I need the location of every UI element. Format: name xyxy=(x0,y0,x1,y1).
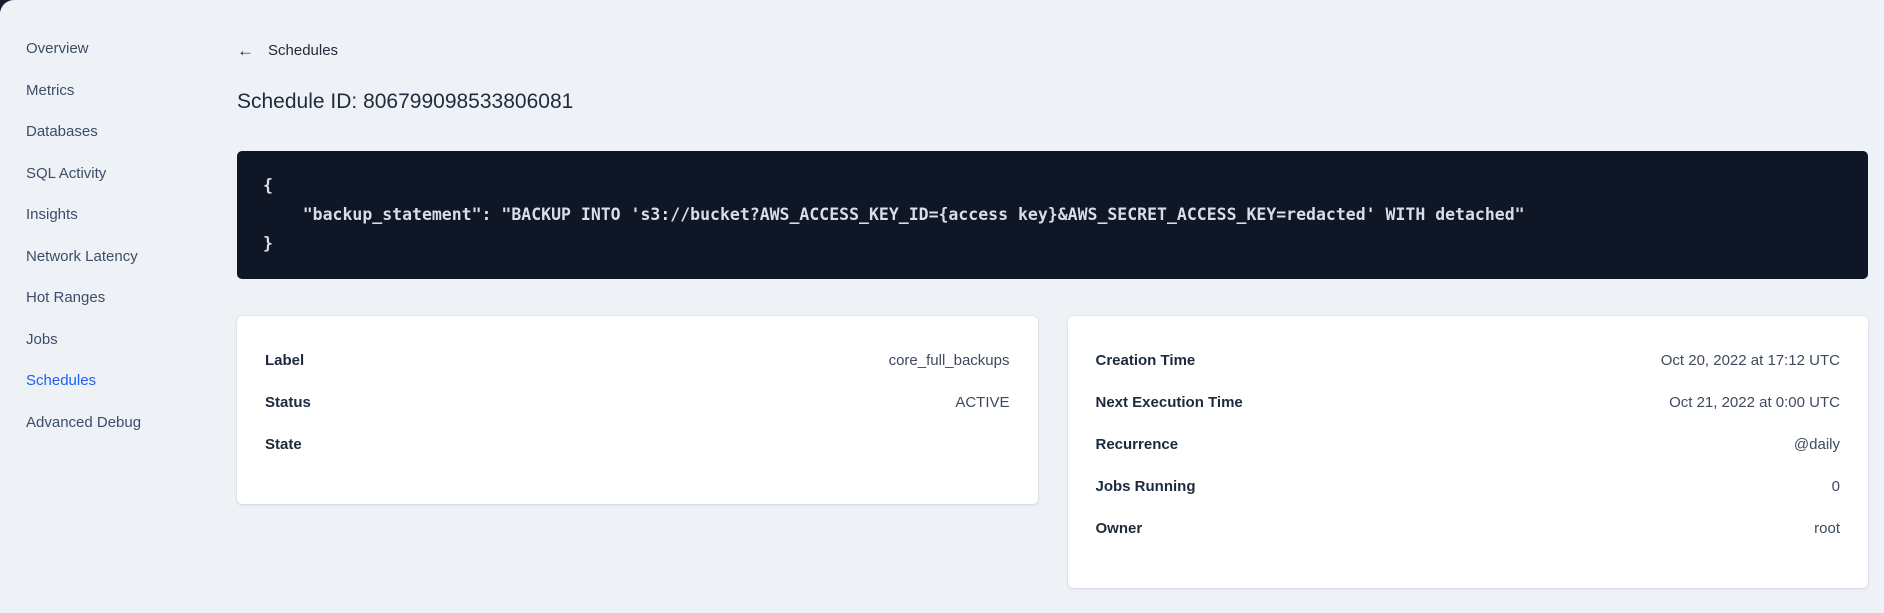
row-creation-time-value: Oct 20, 2022 at 17:12 UTC xyxy=(1660,352,1840,369)
sidebar-item-network-latency[interactable]: Network Latency xyxy=(0,236,192,278)
sidebar-item-schedules[interactable]: Schedules xyxy=(0,360,192,402)
sidebar-item-jobs[interactable]: Jobs xyxy=(0,319,192,361)
back-arrow-icon: ← xyxy=(237,40,254,60)
row-owner-key: Owner xyxy=(1095,520,1143,537)
row-status: Status ACTIVE xyxy=(265,382,1010,424)
sidebar-item-insights[interactable]: Insights xyxy=(0,194,192,236)
sidebar-item-metrics[interactable]: Metrics xyxy=(0,70,192,112)
page-title: Schedule ID: 806799098533806081 xyxy=(237,89,574,113)
row-creation-time: Creation Time Oct 20, 2022 at 17:12 UTC xyxy=(1096,340,1841,382)
sidebar-item-databases[interactable]: Databases xyxy=(0,111,192,153)
row-state: State xyxy=(265,424,1010,466)
row-jobs-running-value: 0 xyxy=(1831,478,1840,495)
row-owner-value: root xyxy=(1814,520,1840,537)
back-to-schedules-link[interactable]: ← Schedules xyxy=(237,40,338,60)
code-line: } xyxy=(263,233,273,253)
backup-statement-code-block: { "backup_statement": "BACKUP INTO 's3:/… xyxy=(237,150,1868,279)
row-recurrence-key: Recurrence xyxy=(1095,436,1179,453)
row-label-value: core_full_backups xyxy=(888,352,1010,369)
row-recurrence-value: @daily xyxy=(1793,436,1840,453)
row-jobs-running-key: Jobs Running xyxy=(1095,478,1196,495)
back-link-label: Schedules xyxy=(268,41,339,59)
status-badge: ACTIVE xyxy=(955,394,1010,411)
row-state-key: State xyxy=(265,436,302,453)
row-label-key: Label xyxy=(265,352,305,369)
row-status-key: Status xyxy=(265,394,311,411)
row-recurrence: Recurrence @daily xyxy=(1096,424,1841,466)
schedule-details-page: Overview Metrics Databases SQL Activity … xyxy=(0,0,1884,613)
row-label: Label core_full_backups xyxy=(265,340,1010,382)
row-next-execution-time-value: Oct 21, 2022 at 0:00 UTC xyxy=(1669,394,1840,411)
code-line: "backup_statement": "BACKUP INTO 's3://b… xyxy=(263,204,1525,224)
detail-cards: Label core_full_backups Status ACTIVE St… xyxy=(237,315,1868,588)
code-line: { xyxy=(263,175,273,195)
schedule-timing-card: Creation Time Oct 20, 2022 at 17:12 UTC … xyxy=(1067,315,1868,588)
row-jobs-running: Jobs Running 0 xyxy=(1096,466,1841,508)
sidebar-item-overview[interactable]: Overview xyxy=(0,28,192,70)
sidebar-item-sql-activity[interactable]: SQL Activity xyxy=(0,153,192,195)
main-content: ← Schedules Schedule ID: 806799098533806… xyxy=(192,0,1884,613)
sidebar-item-advanced-debug[interactable]: Advanced Debug xyxy=(0,402,192,444)
row-next-execution-time-key: Next Execution Time xyxy=(1095,394,1243,411)
row-owner: Owner root xyxy=(1096,508,1841,550)
row-next-execution-time: Next Execution Time Oct 21, 2022 at 0:00… xyxy=(1096,382,1841,424)
sidebar-nav: Overview Metrics Databases SQL Activity … xyxy=(0,0,192,613)
schedule-status-card: Label core_full_backups Status ACTIVE St… xyxy=(237,315,1038,504)
sidebar-item-hot-ranges[interactable]: Hot Ranges xyxy=(0,277,192,319)
row-creation-time-key: Creation Time xyxy=(1095,352,1196,369)
